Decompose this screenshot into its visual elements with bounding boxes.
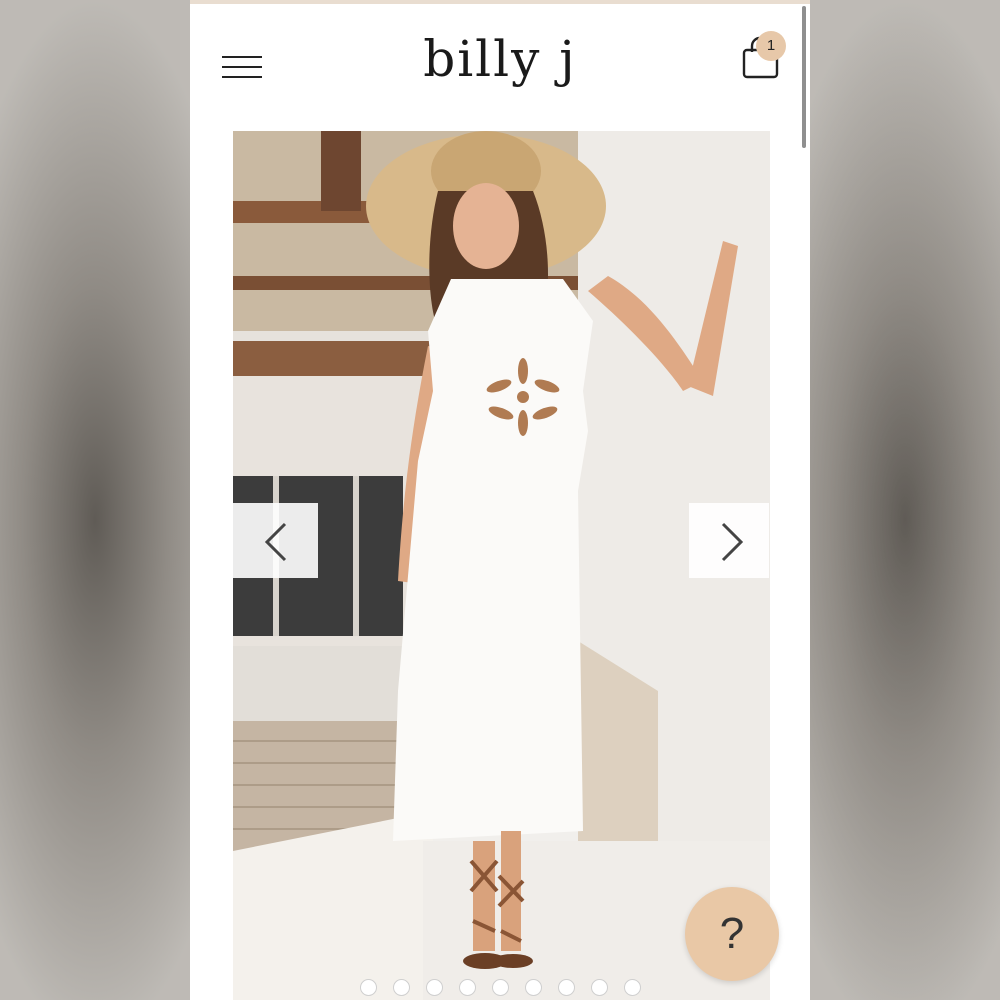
slide-dot[interactable]: [623, 979, 641, 996]
cart-button[interactable]: 1: [740, 30, 790, 80]
slide-dot[interactable]: [458, 979, 476, 996]
cart-count-badge: 1: [756, 31, 786, 61]
previous-image-button[interactable]: [233, 503, 318, 578]
slide-dot[interactable]: [392, 979, 410, 996]
chevron-right-icon: [721, 522, 744, 562]
brand-logo[interactable]: billy j: [190, 30, 810, 88]
next-image-button[interactable]: [689, 503, 769, 578]
chevron-left-icon: [264, 522, 287, 562]
top-accent-strip: [190, 0, 810, 4]
slide-dot[interactable]: [524, 979, 542, 996]
slide-dot[interactable]: [557, 979, 575, 996]
slide-dot[interactable]: [590, 979, 608, 996]
slide-dot[interactable]: [425, 979, 443, 996]
help-button[interactable]: ?: [685, 887, 779, 981]
slide-dot[interactable]: [491, 979, 509, 996]
mobile-screen: billy j 1 ?: [190, 0, 810, 1000]
slide-dot[interactable]: [359, 979, 377, 996]
slide-indicator: [190, 979, 810, 996]
